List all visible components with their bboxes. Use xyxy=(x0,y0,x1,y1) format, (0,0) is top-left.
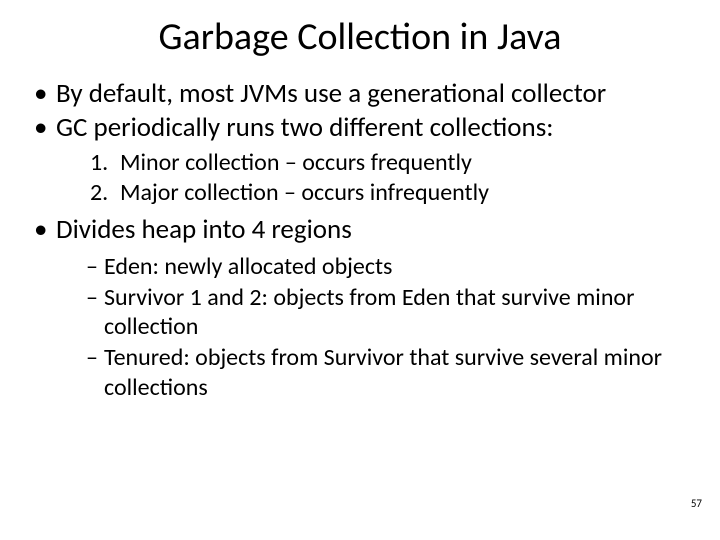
bullet-list: By default, most JVMs use a generational… xyxy=(28,78,692,402)
page-number: 57 xyxy=(691,497,702,510)
dash-item: Tenured: objects from Survivor that surv… xyxy=(86,343,692,402)
numbered-item: Major collection – occurs infrequently xyxy=(90,178,692,208)
bullet-text: Divides heap into 4 regions xyxy=(56,213,352,246)
bullet-item: Divides heap into 4 regions Eden: newly … xyxy=(34,214,692,402)
numbered-item: Minor collection – occurs frequently xyxy=(90,148,692,178)
slide-title: Garbage Collection in Java xyxy=(28,14,692,60)
bullet-item: GC periodically runs two different colle… xyxy=(34,112,692,208)
numbered-list: Minor collection – occurs frequently Maj… xyxy=(56,148,692,208)
bullet-item: By default, most JVMs use a generational… xyxy=(34,78,692,110)
slide: Garbage Collection in Java By default, m… xyxy=(0,0,720,540)
dash-item: Survivor 1 and 2: objects from Eden that… xyxy=(86,283,692,342)
dash-list: Eden: newly allocated objects Survivor 1… xyxy=(56,252,692,402)
bullet-text: GC periodically runs two different colle… xyxy=(56,111,554,144)
dash-item: Eden: newly allocated objects xyxy=(86,252,692,281)
